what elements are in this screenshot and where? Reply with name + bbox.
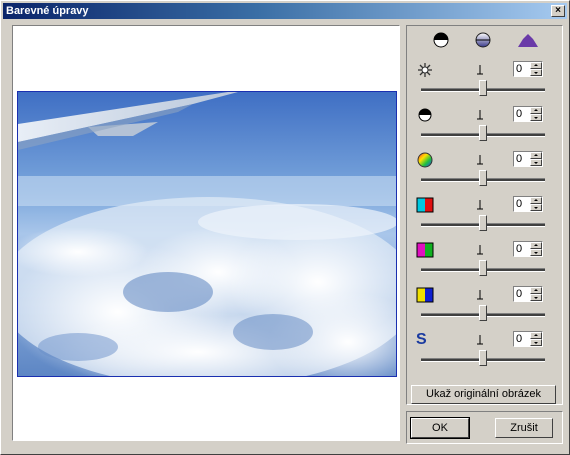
center-tick-mark — [477, 245, 483, 255]
yellow-blue-value[interactable]: 0 — [516, 288, 522, 300]
histogram-icon — [518, 34, 538, 47]
adjust-row-brightness: 0 — [407, 61, 562, 106]
cyan-red-icon — [416, 196, 434, 214]
magenta-green-icon — [416, 241, 434, 259]
spin-down-icon[interactable] — [530, 114, 542, 121]
adjust-row-cyan-red: 0 — [407, 196, 562, 241]
show-original-button[interactable]: Ukaž originální obrázek — [411, 385, 556, 404]
gradient-circle-icon — [475, 32, 491, 48]
cyan-red-spinbox[interactable]: 0 — [513, 196, 543, 212]
preview-area — [12, 25, 400, 441]
spin-buttons — [530, 332, 542, 346]
adjust-row-magenta-green: 0 — [407, 241, 562, 286]
spin-down-icon[interactable] — [530, 294, 542, 301]
sun-icon — [416, 61, 434, 79]
adjust-row-sharpness: S0 — [407, 331, 562, 376]
preview-image — [17, 91, 397, 377]
cyan-red-slider-thumb[interactable] — [479, 215, 487, 231]
spin-buttons — [530, 62, 542, 76]
window-title: Barevné úpravy — [6, 5, 89, 17]
spin-up-icon[interactable] — [530, 242, 542, 249]
spin-down-icon[interactable] — [530, 159, 542, 166]
center-tick-mark — [477, 335, 483, 345]
adjust-row-contrast: 0 — [407, 106, 562, 151]
spin-up-icon[interactable] — [530, 332, 542, 339]
hue-spinbox[interactable]: 0 — [513, 151, 543, 167]
center-tick-mark — [477, 110, 483, 120]
spin-buttons — [530, 152, 542, 166]
spin-buttons — [530, 242, 542, 256]
half-circle-icon — [416, 106, 434, 124]
contrast-spinbox[interactable]: 0 — [513, 106, 543, 122]
color-wheel-icon — [416, 151, 434, 169]
yellow-blue-icon — [416, 286, 434, 304]
close-button[interactable]: × — [551, 5, 565, 17]
color-adjustments-dialog: Barevné úpravy × 0 0 0 0 0 0 S 0 Ukaž or… — [0, 0, 570, 455]
tool-tabs — [407, 26, 562, 54]
magenta-green-value[interactable]: 0 — [516, 243, 522, 255]
adjust-row-hue: 0 — [407, 151, 562, 196]
spin-up-icon[interactable] — [530, 152, 542, 159]
brightness-value[interactable]: 0 — [516, 63, 522, 75]
center-tick-mark — [477, 290, 483, 300]
cyan-red-value[interactable]: 0 — [516, 198, 522, 210]
saturation-tab[interactable] — [473, 31, 493, 49]
magenta-green-slider-thumb[interactable] — [479, 260, 487, 276]
curves-tab[interactable] — [517, 31, 538, 49]
spin-down-icon[interactable] — [530, 69, 542, 76]
yellow-blue-slider-thumb[interactable] — [479, 305, 487, 321]
close-icon: × — [555, 5, 561, 16]
dialog-buttons-panel: OK Zrušit — [406, 411, 563, 444]
spin-up-icon[interactable] — [530, 197, 542, 204]
s-letter-icon: S — [416, 331, 427, 348]
hue-slider-thumb[interactable] — [479, 170, 487, 186]
sharpness-value[interactable]: 0 — [516, 333, 522, 345]
brightness-slider-thumb[interactable] — [479, 80, 487, 96]
hue-value[interactable]: 0 — [516, 153, 522, 165]
contrast-tab[interactable] — [431, 31, 451, 49]
spin-buttons — [530, 107, 542, 121]
contrast-slider-thumb[interactable] — [479, 125, 487, 141]
adjustments-panel: 000000S0 Ukaž originální obrázek — [406, 25, 563, 405]
center-tick-mark — [477, 155, 483, 165]
cancel-button[interactable]: Zrušit — [495, 418, 553, 438]
ok-button[interactable]: OK — [410, 417, 470, 439]
brightness-spinbox[interactable]: 0 — [513, 61, 543, 77]
yellow-blue-spinbox[interactable]: 0 — [513, 286, 543, 302]
spin-down-icon[interactable] — [530, 339, 542, 346]
spin-down-icon[interactable] — [530, 204, 542, 211]
half-circle-icon — [433, 32, 449, 48]
adjust-row-yellow-blue: 0 — [407, 286, 562, 331]
spin-down-icon[interactable] — [530, 249, 542, 256]
center-tick-mark — [477, 200, 483, 210]
sharpness-spinbox[interactable]: 0 — [513, 331, 543, 347]
contrast-value[interactable]: 0 — [516, 108, 522, 120]
magenta-green-spinbox[interactable]: 0 — [513, 241, 543, 257]
spin-up-icon[interactable] — [530, 287, 542, 294]
center-tick-mark — [477, 65, 483, 75]
spin-up-icon[interactable] — [530, 107, 542, 114]
sharpness-slider-thumb[interactable] — [479, 350, 487, 366]
spin-buttons — [530, 197, 542, 211]
spin-up-icon[interactable] — [530, 62, 542, 69]
title-bar[interactable]: Barevné úpravy × — [3, 3, 567, 19]
spin-buttons — [530, 287, 542, 301]
